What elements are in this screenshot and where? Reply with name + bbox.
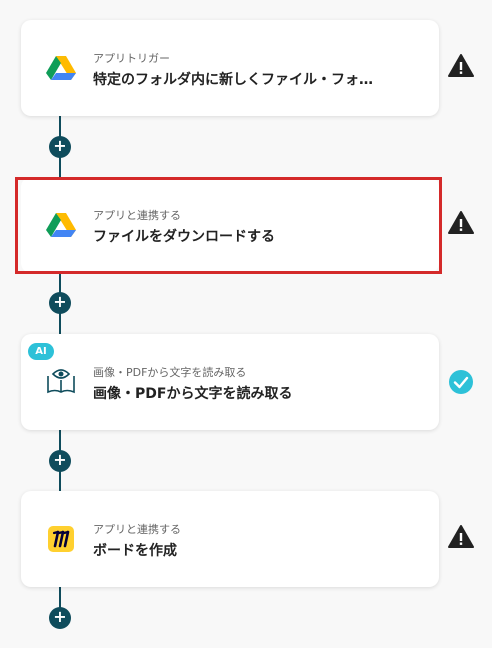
step-title: ファイルをダウンロードする bbox=[93, 229, 275, 245]
google-drive-icon bbox=[46, 56, 76, 80]
step-subtitle: アプリと連携する bbox=[93, 523, 181, 536]
add-step-button[interactable]: + bbox=[49, 607, 71, 629]
workflow-canvas: + + + + アプリトリガー 特定のフォルダ内に新しくファイル・フォ… アプリ… bbox=[0, 0, 492, 648]
step-title: 画像・PDFから文字を読み取る bbox=[93, 386, 293, 402]
google-drive-icon bbox=[46, 213, 76, 237]
warning-icon[interactable] bbox=[448, 53, 474, 79]
step-card-download[interactable]: アプリと連携する ファイルをダウンロードする bbox=[21, 177, 439, 273]
step-card-trigger[interactable]: アプリトリガー 特定のフォルダ内に新しくファイル・フォ… bbox=[21, 20, 439, 116]
step-title: 特定のフォルダ内に新しくファイル・フォ… bbox=[93, 72, 373, 88]
miro-icon bbox=[48, 526, 74, 552]
warning-icon[interactable] bbox=[448, 210, 474, 236]
check-icon[interactable] bbox=[448, 369, 474, 395]
step-title: ボードを作成 bbox=[93, 543, 177, 559]
step-subtitle: 画像・PDFから文字を読み取る bbox=[93, 366, 247, 379]
warning-icon[interactable] bbox=[448, 524, 474, 550]
add-step-button[interactable]: + bbox=[49, 450, 71, 472]
add-step-button[interactable]: + bbox=[49, 136, 71, 158]
step-subtitle: アプリトリガー bbox=[93, 52, 170, 65]
step-card-ocr[interactable]: 画像・PDFから文字を読み取る 画像・PDFから文字を読み取る bbox=[21, 334, 439, 430]
step-subtitle: アプリと連携する bbox=[93, 209, 181, 222]
ai-badge: AI bbox=[28, 343, 54, 360]
ocr-book-icon bbox=[47, 369, 75, 394]
add-step-button[interactable]: + bbox=[49, 292, 71, 314]
step-card-miro[interactable]: アプリと連携する ボードを作成 bbox=[21, 491, 439, 587]
